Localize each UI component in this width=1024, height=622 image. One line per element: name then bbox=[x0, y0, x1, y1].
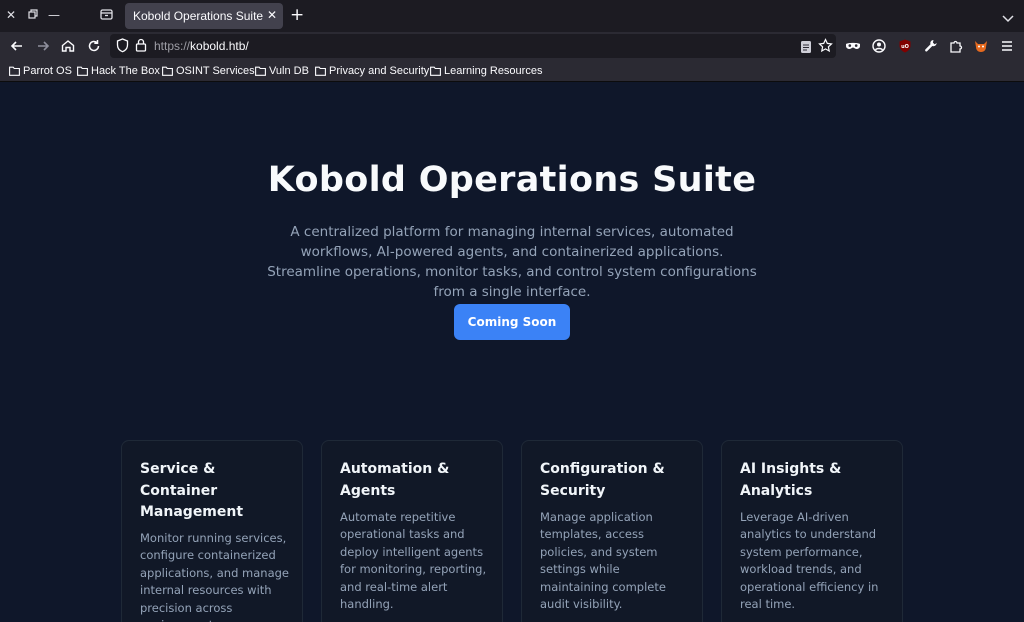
list-all-tabs-icon[interactable] bbox=[1002, 8, 1014, 27]
bookmark-label: Parrot OS bbox=[23, 65, 72, 77]
bookmark-osint-services[interactable]: OSINT Services bbox=[162, 64, 255, 78]
feature-card-body: Monitor running services, configure cont… bbox=[140, 531, 289, 622]
feature-card-body: Manage application templates, access pol… bbox=[540, 510, 666, 612]
private-mask-icon[interactable] bbox=[845, 38, 861, 54]
folder-icon bbox=[9, 66, 20, 76]
bookmark-learning-resources[interactable]: Learning Resources bbox=[430, 64, 542, 78]
folder-icon bbox=[77, 66, 88, 76]
bookmark-label: Vuln DB bbox=[269, 65, 309, 77]
bookmark-label: OSINT Services bbox=[176, 65, 255, 77]
url-scheme: https:// bbox=[154, 39, 191, 53]
extensions-puzzle-icon[interactable] bbox=[948, 38, 964, 54]
wrench-tools-icon[interactable] bbox=[923, 38, 939, 54]
tab-title: Kobold Operations Suite bbox=[133, 9, 264, 23]
new-tab-icon[interactable]: + bbox=[290, 6, 304, 24]
feature-card-title: AI Insights & Analytics bbox=[740, 461, 842, 499]
account-icon[interactable] bbox=[871, 38, 887, 54]
feature-card-configuration-security: Configuration & Security Manage applicat… bbox=[521, 440, 703, 622]
feature-card-body: Automate repetitive operational tasks an… bbox=[340, 510, 487, 612]
folder-icon bbox=[162, 66, 173, 76]
home-icon[interactable] bbox=[60, 38, 76, 54]
folder-icon bbox=[430, 66, 441, 76]
feature-card-service-container: Service & Container Management Monitor r… bbox=[121, 440, 303, 622]
feature-card-automation-agents: Automation & Agents Automate repetitive … bbox=[321, 440, 503, 622]
feature-card-title: Configuration & Security bbox=[540, 461, 665, 499]
folder-icon bbox=[255, 66, 266, 76]
feature-card-body: Leverage AI-driven analytics to understa… bbox=[740, 510, 879, 612]
bookmark-star-icon[interactable] bbox=[818, 38, 833, 57]
tab-close-icon[interactable]: ✕ bbox=[267, 8, 277, 22]
feature-card-ai-insights: AI Insights & Analytics Leverage AI-driv… bbox=[721, 440, 903, 622]
bookmark-label: Learning Resources bbox=[444, 65, 543, 77]
back-arrow-icon[interactable] bbox=[9, 38, 25, 54]
bookmark-parrot-os[interactable]: Parrot OS bbox=[9, 64, 72, 78]
bookmark-label: Privacy and Security bbox=[329, 65, 430, 77]
lock-icon[interactable] bbox=[135, 38, 147, 57]
tab-active[interactable]: Kobold Operations Suite ✕ bbox=[125, 3, 283, 29]
hero-description: A centralized platform for managing inte… bbox=[267, 224, 757, 300]
reader-view-icon[interactable] bbox=[800, 39, 812, 58]
close-window-icon[interactable]: ✕ bbox=[4, 8, 18, 22]
url-host: kobold.htb/ bbox=[190, 39, 249, 53]
restore-window-icon[interactable] bbox=[26, 8, 40, 22]
browser-tab-bar: ✕ — Kobold Operations Suite ✕ + bbox=[0, 0, 1024, 32]
forward-arrow-icon[interactable] bbox=[35, 38, 51, 54]
bookmarks-toolbar: Parrot OS Hack The Box OSINT Services Vu… bbox=[0, 60, 1024, 82]
feature-card-title: Automation & Agents bbox=[340, 461, 450, 499]
coming-soon-button[interactable]: Coming Soon bbox=[454, 304, 570, 340]
bookmark-vuln-db[interactable]: Vuln DB bbox=[255, 64, 309, 78]
bookmark-hack-the-box[interactable]: Hack The Box bbox=[77, 64, 160, 78]
menu-hamburger-icon[interactable] bbox=[999, 38, 1015, 54]
bookmark-privacy-and-security[interactable]: Privacy and Security bbox=[315, 64, 429, 78]
url-text[interactable]: https://kobold.htb/ bbox=[154, 39, 249, 53]
bookmark-label: Hack The Box bbox=[91, 65, 160, 77]
firefox-view-icon[interactable] bbox=[99, 8, 113, 22]
ublock-origin-icon[interactable]: uO bbox=[897, 38, 913, 54]
minimize-window-icon[interactable]: — bbox=[47, 8, 61, 22]
reload-icon[interactable] bbox=[86, 38, 102, 54]
url-bar[interactable]: https://kobold.htb/ bbox=[110, 34, 836, 58]
folder-icon bbox=[315, 66, 326, 76]
tracking-shield-icon[interactable] bbox=[116, 38, 129, 57]
page-content: Kobold Operations Suite A centralized pl… bbox=[0, 82, 1024, 622]
feature-card-title: Service & Container Management bbox=[140, 461, 244, 520]
navigation-toolbar: https://kobold.htb/ uO bbox=[0, 32, 1024, 60]
svg-text:uO: uO bbox=[901, 44, 909, 50]
foxyproxy-icon[interactable] bbox=[973, 38, 989, 54]
hero-title: Kobold Operations Suite bbox=[267, 160, 757, 200]
